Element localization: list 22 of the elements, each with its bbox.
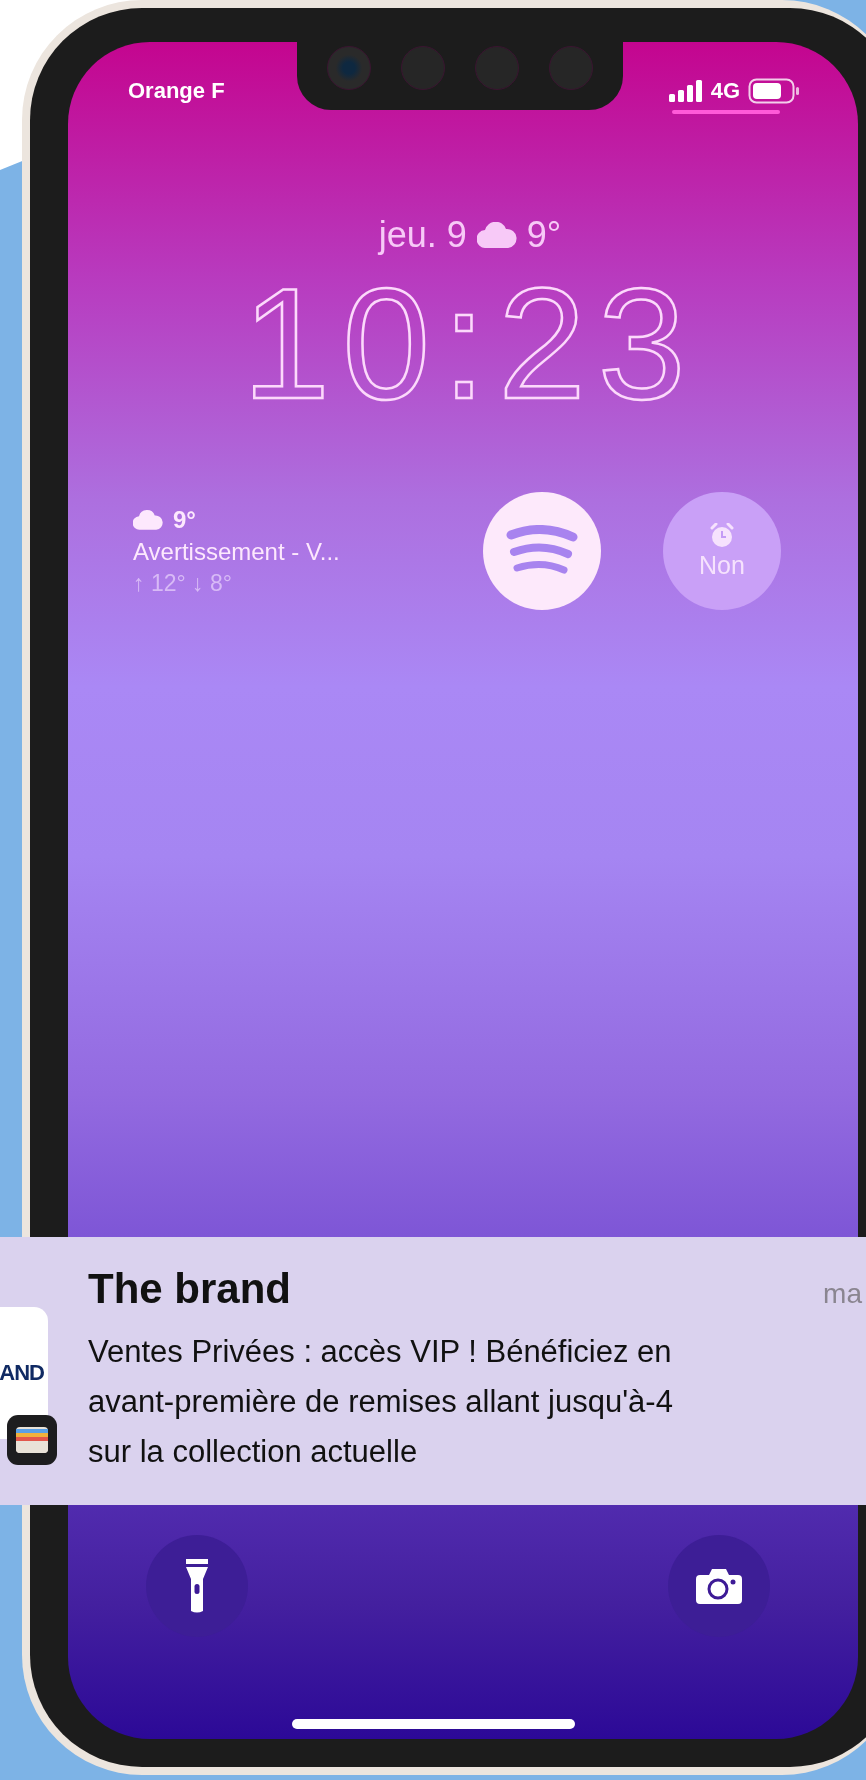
notification-time: ma (823, 1278, 862, 1310)
carrier-name: Orange F (128, 78, 225, 104)
signal-icon (668, 80, 703, 102)
date-temperature: 9° (526, 214, 562, 256)
camera-icon (696, 1568, 742, 1604)
temperature-range: ↑ 12° ↓ 8° (133, 569, 233, 597)
battery-icon (748, 78, 800, 104)
notification-banner[interactable]: AND The brand ma Ventes Privées : accès VIP ! Bénéficiez en avant-première de remises allant jusqu'à-4 sur la collection actuelle (0, 1237, 866, 1505)
clock-time: 10:23 (242, 264, 698, 422)
notification-message: Ventes Privées : accès VIP ! Bénéficiez en avant-première de remises allant jusqu'à-4 sur la collection actuelle (88, 1333, 674, 1471)
sound-waves-icon (505, 525, 579, 577)
date-label: jeu. 9 (378, 214, 467, 256)
cloud-icon (476, 222, 517, 248)
weather-warning-text: Avertissement - V... (133, 537, 341, 566)
network-label: 4G (710, 78, 740, 104)
cloud-icon (133, 509, 163, 530)
wallet-icon (7, 1415, 57, 1465)
alarm-status: Non (699, 550, 745, 580)
weather-temperature: 9° (173, 505, 196, 534)
alarm-clock-icon (710, 522, 734, 549)
flashlight-icon (186, 1559, 208, 1613)
notification-title: The brand (88, 1265, 291, 1313)
